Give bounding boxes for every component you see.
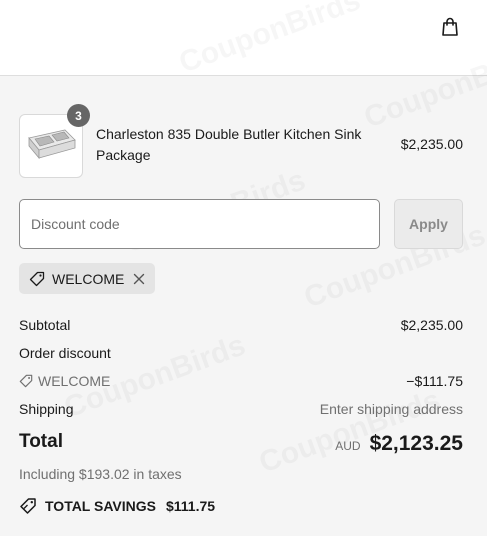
- remove-discount-button[interactable]: [133, 273, 145, 285]
- double-sink-image: [28, 129, 76, 160]
- order-discount-label: Order discount: [19, 345, 111, 361]
- shipping-value: Enter shipping address: [319, 401, 463, 417]
- savings-value: $111.75: [165, 498, 216, 514]
- total-amount: AUD $2,123.25: [335, 432, 463, 456]
- subtotal-label: Subtotal: [19, 317, 71, 333]
- cart-button[interactable]: [439, 16, 461, 38]
- discount-code-text: WELCOME: [38, 373, 111, 389]
- quantity-badge: 3: [67, 104, 90, 127]
- header-bar: [0, 0, 487, 76]
- discount-code-input[interactable]: [19, 199, 380, 249]
- applied-discount-tag: WELCOME: [19, 263, 155, 294]
- apply-discount-button[interactable]: Apply: [394, 199, 463, 249]
- product-name: Charleston 835 Double Butler Kitchen Sin…: [96, 126, 362, 163]
- discount-form: Apply: [19, 199, 463, 249]
- discount-code-label: WELCOME: [19, 373, 110, 389]
- total-savings: TOTAL SAVINGS $111.75: [19, 496, 215, 516]
- discount-value: −$111.75: [406, 373, 463, 389]
- shipping-label: Shipping: [19, 401, 74, 417]
- shipping-row: Shipping Enter shipping address: [19, 399, 463, 419]
- total-row: Total AUD $2,123.25: [19, 428, 463, 456]
- taxes-note: Including $193.02 in taxes: [19, 466, 182, 482]
- close-icon: [133, 273, 145, 284]
- subtotal-row: Subtotal $2,235.00: [19, 315, 463, 335]
- product-thumbnail: 3: [19, 104, 90, 178]
- discount-tag-icon: [20, 498, 36, 514]
- total-label: Total: [19, 431, 63, 452]
- total-value: $2,123.25: [369, 432, 463, 455]
- shopping-bag-icon: [442, 17, 458, 36]
- tag-icon: [19, 374, 33, 388]
- product-price: $2,235.00: [400, 136, 463, 152]
- currency-code: AUD: [335, 439, 361, 453]
- line-item: 3 Charleston 835 Double Butler Kitchen S…: [19, 104, 463, 178]
- discount-code-row: WELCOME −$111.75: [19, 371, 463, 391]
- subtotal-value: $2,235.00: [400, 317, 463, 333]
- applied-code-label: WELCOME: [52, 270, 125, 287]
- savings-label: TOTAL SAVINGS: [45, 498, 156, 514]
- tag-icon: [29, 271, 45, 286]
- order-discount-row: Order discount: [19, 343, 463, 363]
